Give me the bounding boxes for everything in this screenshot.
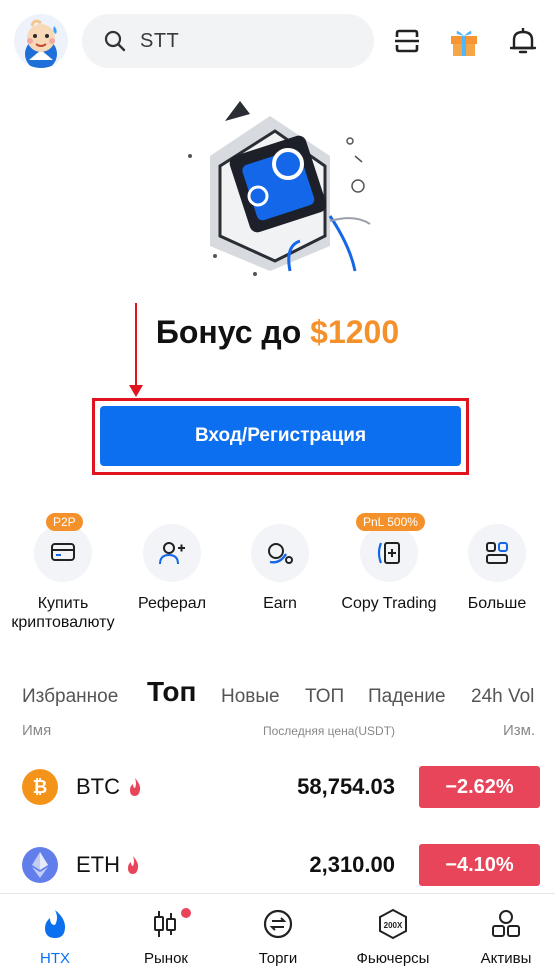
- baby-avatar-icon: [25, 19, 57, 68]
- search-icon: [104, 30, 126, 52]
- action-more[interactable]: Больше: [442, 524, 552, 613]
- hot-flame-icon: [128, 856, 139, 874]
- coin-change-badge[interactable]: −4.10%: [419, 844, 540, 886]
- action-label: Больше: [467, 595, 527, 612]
- nav-label: HTX: [40, 950, 70, 967]
- bell-icon[interactable]: [506, 24, 540, 58]
- p2p-badge: P2P: [46, 513, 83, 531]
- bonus-text: Бонус до $1200: [0, 314, 555, 351]
- action-label: Реферал: [137, 595, 207, 612]
- nav-label: Активы: [480, 950, 532, 967]
- login-register-button[interactable]: Вход/Регистрация: [100, 406, 461, 466]
- tab-new[interactable]: Новые: [221, 686, 280, 708]
- search-bar[interactable]: STT: [82, 14, 374, 68]
- nav-label: Рынок: [144, 950, 188, 967]
- market-row-eth[interactable]: ETH 2,310.00 −4.10%: [0, 840, 555, 890]
- coin-symbol: BTC: [76, 774, 120, 799]
- copy-trading-icon: [377, 542, 400, 564]
- hot-flame-icon: [130, 778, 141, 796]
- header: STT: [0, 12, 555, 70]
- market-row-btc[interactable]: ₿ BTC 58,754.03 −2.62%: [0, 762, 555, 812]
- nav-futures[interactable]: 200X Фьючерсы: [338, 906, 448, 967]
- coin-price: 2,310.00: [309, 852, 395, 877]
- avatar[interactable]: [14, 14, 68, 68]
- tab-top-gainers[interactable]: ТОП: [305, 686, 344, 708]
- pnl-badge: PnL 500%: [356, 513, 425, 531]
- coin-change-badge[interactable]: −2.62%: [419, 766, 540, 808]
- action-earn[interactable]: Earn: [225, 524, 335, 613]
- annotation-arrow-head: [129, 385, 143, 397]
- annotation-arrow-line: [135, 303, 137, 387]
- col-last-price: Последняя цена(USDT): [263, 724, 396, 738]
- grid-icon: [486, 542, 508, 564]
- coin-price: 58,754.03: [297, 774, 395, 799]
- action-referral[interactable]: Реферал: [117, 524, 227, 613]
- bonus-prefix: Бонус до: [155, 314, 302, 350]
- tab-losers[interactable]: Падение: [368, 686, 446, 708]
- scan-icon[interactable]: [390, 24, 424, 58]
- action-label: Earn: [263, 595, 297, 612]
- nav-label: Фьючерсы: [356, 950, 430, 967]
- quick-actions: P2P Купить криптовалюту Реферал Earn PnL…: [0, 512, 555, 632]
- hero-illustration: [180, 96, 380, 281]
- nav-market[interactable]: Рынок: [111, 906, 221, 967]
- nav-htx[interactable]: HTX: [0, 906, 110, 967]
- nav-label: Торги: [258, 950, 298, 967]
- svg-text:200X: 200X: [384, 921, 403, 930]
- tab-favorites[interactable]: Избранное: [22, 686, 118, 708]
- gift-icon[interactable]: [447, 24, 481, 58]
- btc-icon: ₿: [22, 769, 58, 805]
- candlestick-icon: [154, 911, 176, 937]
- trade-icon: [263, 909, 293, 939]
- tab-24h-volume[interactable]: 24h Vol: [471, 686, 534, 708]
- search-text: STT: [140, 29, 180, 52]
- col-name: Имя: [22, 722, 52, 739]
- earn-icon: [268, 543, 293, 564]
- bottom-nav: HTX Рынок Торги 200X Фьючерсы Активы: [0, 893, 555, 973]
- action-copy-trading[interactable]: PnL 500% Copy Trading: [334, 513, 444, 613]
- card-icon: [51, 543, 75, 561]
- add-user-icon: [159, 542, 185, 565]
- nav-assets[interactable]: Активы: [451, 906, 555, 967]
- assets-icon: [492, 910, 520, 937]
- notification-dot: [181, 908, 191, 918]
- bonus-amount: $1200: [310, 314, 400, 350]
- action-buy-crypto[interactable]: P2P Купить криптовалюту: [8, 513, 118, 632]
- coin-symbol: ETH: [76, 852, 120, 877]
- nav-trade[interactable]: Торги: [223, 906, 333, 967]
- svg-text:₿: ₿: [33, 777, 48, 797]
- market-tabs: Избранное Топ Новые ТОП Падение 24h Vol: [22, 668, 555, 708]
- tab-top[interactable]: Топ: [147, 676, 196, 708]
- action-label: Купить криптовалюту: [11, 595, 115, 631]
- futures-200x-icon: 200X: [379, 908, 407, 940]
- htx-flame-icon: [45, 910, 65, 938]
- eth-icon: [22, 847, 58, 883]
- col-change: Изм.: [503, 722, 536, 739]
- action-label: Copy Trading: [341, 595, 437, 612]
